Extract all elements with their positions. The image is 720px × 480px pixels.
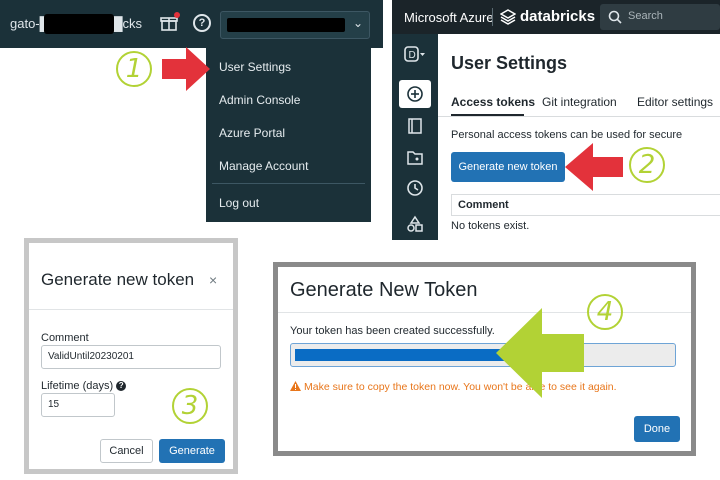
lifetime-label-text: Lifetime (days) xyxy=(41,380,114,392)
generate-token-dialog: Generate new token × Comment ValidUntil2… xyxy=(24,238,238,474)
cancel-button[interactable]: Cancel xyxy=(100,439,153,463)
done-button[interactable]: Done xyxy=(634,416,680,442)
generate-button[interactable]: Generate xyxy=(159,439,225,463)
step-3-marker: 3 xyxy=(172,388,208,424)
green-arrow-left-icon xyxy=(496,308,584,398)
workspace-switcher-icon[interactable]: D xyxy=(399,40,431,68)
menu-item-admin-console[interactable]: Admin Console xyxy=(219,93,300,107)
success-message: Your token has been created successfully… xyxy=(290,325,495,337)
comment-label: Comment xyxy=(41,332,89,344)
azure-header: Microsoft Azure databricks Search xyxy=(392,0,720,34)
sidebar-repos-icon[interactable] xyxy=(399,144,431,172)
search-input[interactable]: Search xyxy=(600,4,720,30)
sidebar-data-icon[interactable] xyxy=(399,210,431,238)
dialog-divider xyxy=(278,312,691,313)
menu-divider xyxy=(212,183,365,184)
token-field[interactable] xyxy=(290,343,676,367)
search-icon xyxy=(608,10,622,24)
comment-input[interactable]: ValidUntil20230201 xyxy=(41,345,221,369)
help-icon[interactable]: ? xyxy=(116,381,127,391)
warning-icon xyxy=(290,381,301,391)
lifetime-input[interactable]: 15 xyxy=(41,393,115,417)
menu-item-log-out[interactable]: Log out xyxy=(219,196,259,210)
menu-item-user-settings[interactable]: User Settings xyxy=(219,60,291,74)
dialog-title: Generate New Token xyxy=(290,279,478,301)
lifetime-label: Lifetime (days)? xyxy=(41,380,127,392)
user-dropdown-menu: User Settings Admin Console Azure Portal… xyxy=(206,42,371,222)
product-label: databricks xyxy=(520,8,596,25)
user-menu-button[interactable]: ⌄ xyxy=(220,11,370,39)
step-1-marker: 1 xyxy=(116,51,152,87)
red-arrow-right-icon xyxy=(162,47,210,91)
token-value-redacted xyxy=(295,349,509,361)
empty-state-text: No tokens exist. xyxy=(451,220,530,232)
settings-main: User Settings Access tokens Git integrat… xyxy=(438,34,720,240)
sidebar-workspace-icon[interactable] xyxy=(399,112,431,140)
column-comment: Comment xyxy=(458,199,509,211)
close-icon[interactable]: × xyxy=(209,272,217,288)
tab-divider xyxy=(438,116,720,117)
generate-new-token-button[interactable]: Generate new token xyxy=(451,152,565,182)
menu-item-manage-account[interactable]: Manage Account xyxy=(219,159,308,173)
notification-dot xyxy=(174,12,180,18)
header-divider xyxy=(492,8,493,26)
step-4-marker: 4 xyxy=(587,294,623,330)
red-arrow-left-icon xyxy=(565,143,623,191)
redaction-block xyxy=(44,14,114,34)
sidebar-create-icon[interactable] xyxy=(399,80,431,108)
menu-item-azure-portal[interactable]: Azure Portal xyxy=(219,126,285,140)
step-2-marker: 2 xyxy=(629,147,665,183)
dialog-title: Generate new token xyxy=(41,270,195,289)
brand-label: Microsoft Azure xyxy=(404,10,494,25)
sidebar-recents-icon[interactable] xyxy=(399,174,431,202)
chevron-down-icon: ⌄ xyxy=(352,16,363,30)
tokens-description: Personal access tokens can be used for s… xyxy=(451,129,683,141)
sidebar: D xyxy=(392,34,438,240)
svg-text:D: D xyxy=(409,50,416,61)
dialog-divider xyxy=(29,309,233,310)
help-icon[interactable]: ? xyxy=(193,14,211,32)
gift-icon[interactable] xyxy=(160,12,180,32)
tab-access-tokens[interactable]: Access tokens xyxy=(451,95,535,109)
redacted-username xyxy=(227,18,345,32)
tab-git-integration[interactable]: Git integration xyxy=(542,95,617,109)
token-created-dialog: Generate New Token Your token has been c… xyxy=(273,262,696,456)
tab-editor-settings[interactable]: Editor settings xyxy=(637,95,713,109)
tokens-table-header: Comment xyxy=(451,194,720,216)
search-placeholder: Search xyxy=(628,10,663,22)
workspace-top-bar: gato-█████████cks ? ⌄ xyxy=(0,0,383,48)
page-title: User Settings xyxy=(451,53,568,73)
databricks-logo-icon xyxy=(500,9,516,25)
